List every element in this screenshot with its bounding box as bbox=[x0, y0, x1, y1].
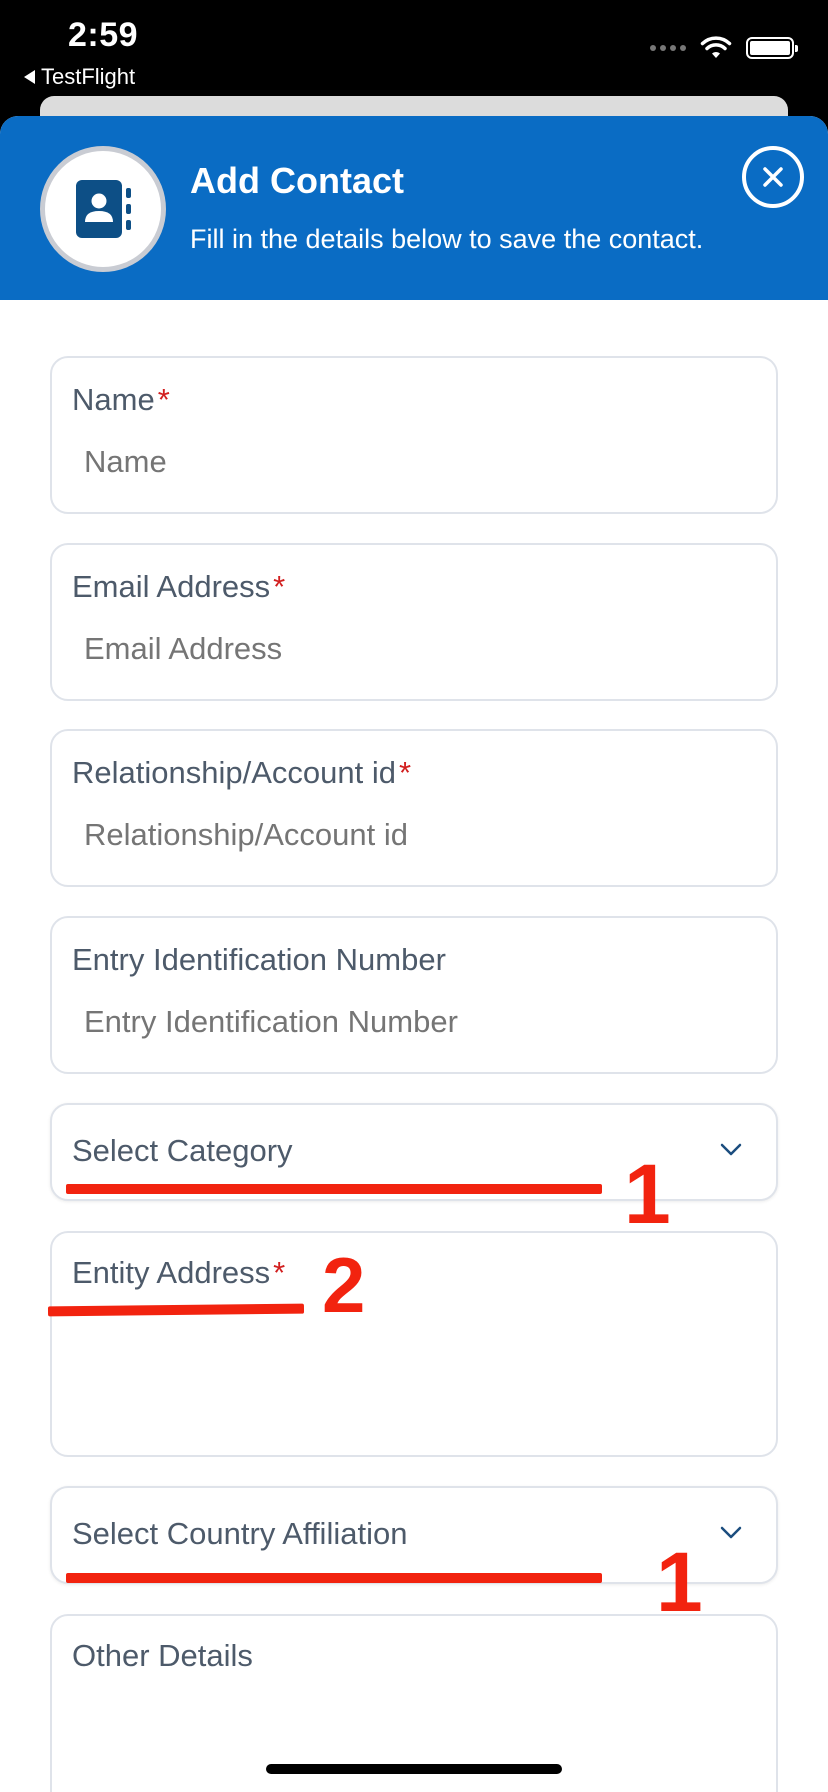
entry-id-label: Entry Identification Number bbox=[72, 942, 446, 977]
required-mark: * bbox=[273, 569, 286, 604]
name-field[interactable]: Name* bbox=[50, 356, 778, 514]
annotation-number-entity-address: 2 bbox=[322, 1241, 366, 1329]
signal-dots-icon bbox=[650, 45, 686, 51]
close-icon bbox=[763, 167, 783, 187]
contact-book-icon bbox=[76, 180, 131, 238]
email-label: Email Address* bbox=[72, 569, 286, 604]
status-icons bbox=[650, 36, 798, 60]
relationship-label: Relationship/Account id* bbox=[72, 755, 412, 790]
chevron-down-icon bbox=[720, 1526, 742, 1539]
relationship-field[interactable]: Relationship/Account id* bbox=[50, 729, 778, 887]
modal-title: Add Contact bbox=[190, 160, 404, 201]
status-time: 2:59 bbox=[68, 16, 139, 54]
back-app-label: TestFlight bbox=[41, 64, 136, 89]
annotation-number-category: 1 bbox=[624, 1147, 671, 1241]
back-triangle-icon bbox=[24, 70, 35, 84]
category-select-value: Select Category bbox=[72, 1133, 293, 1168]
entity-address-label: Entity Address* bbox=[72, 1255, 286, 1290]
other-details-label: Other Details bbox=[72, 1638, 253, 1673]
contact-avatar bbox=[40, 146, 166, 272]
modal-subtitle: Fill in the details below to save the co… bbox=[190, 224, 704, 254]
name-label: Name* bbox=[72, 382, 170, 417]
wifi-icon bbox=[700, 36, 732, 60]
annotation-underline-category bbox=[66, 1184, 602, 1194]
chevron-down-icon bbox=[720, 1143, 742, 1156]
entry-id-input[interactable] bbox=[84, 1004, 744, 1040]
name-input[interactable] bbox=[84, 444, 744, 480]
required-mark: * bbox=[273, 1255, 286, 1290]
battery-icon bbox=[746, 37, 798, 59]
modal-header: Add Contact Fill in the details below to… bbox=[0, 116, 828, 300]
required-mark: * bbox=[157, 382, 170, 417]
entity-address-field[interactable]: Entity Address* bbox=[50, 1231, 778, 1457]
status-bar: 2:59 TestFlight bbox=[0, 0, 828, 100]
home-indicator[interactable] bbox=[266, 1764, 562, 1774]
annotation-number-country: 1 bbox=[656, 1535, 703, 1629]
country-select-value: Select Country Affiliation bbox=[72, 1516, 408, 1551]
email-field[interactable]: Email Address* bbox=[50, 543, 778, 701]
relationship-input[interactable] bbox=[84, 817, 744, 853]
entry-id-field[interactable]: Entry Identification Number bbox=[50, 916, 778, 1074]
close-button[interactable] bbox=[742, 146, 804, 208]
annotation-underline-country bbox=[66, 1573, 602, 1583]
back-to-testflight[interactable]: TestFlight bbox=[24, 64, 135, 90]
email-input[interactable] bbox=[84, 631, 744, 667]
required-mark: * bbox=[398, 755, 412, 790]
